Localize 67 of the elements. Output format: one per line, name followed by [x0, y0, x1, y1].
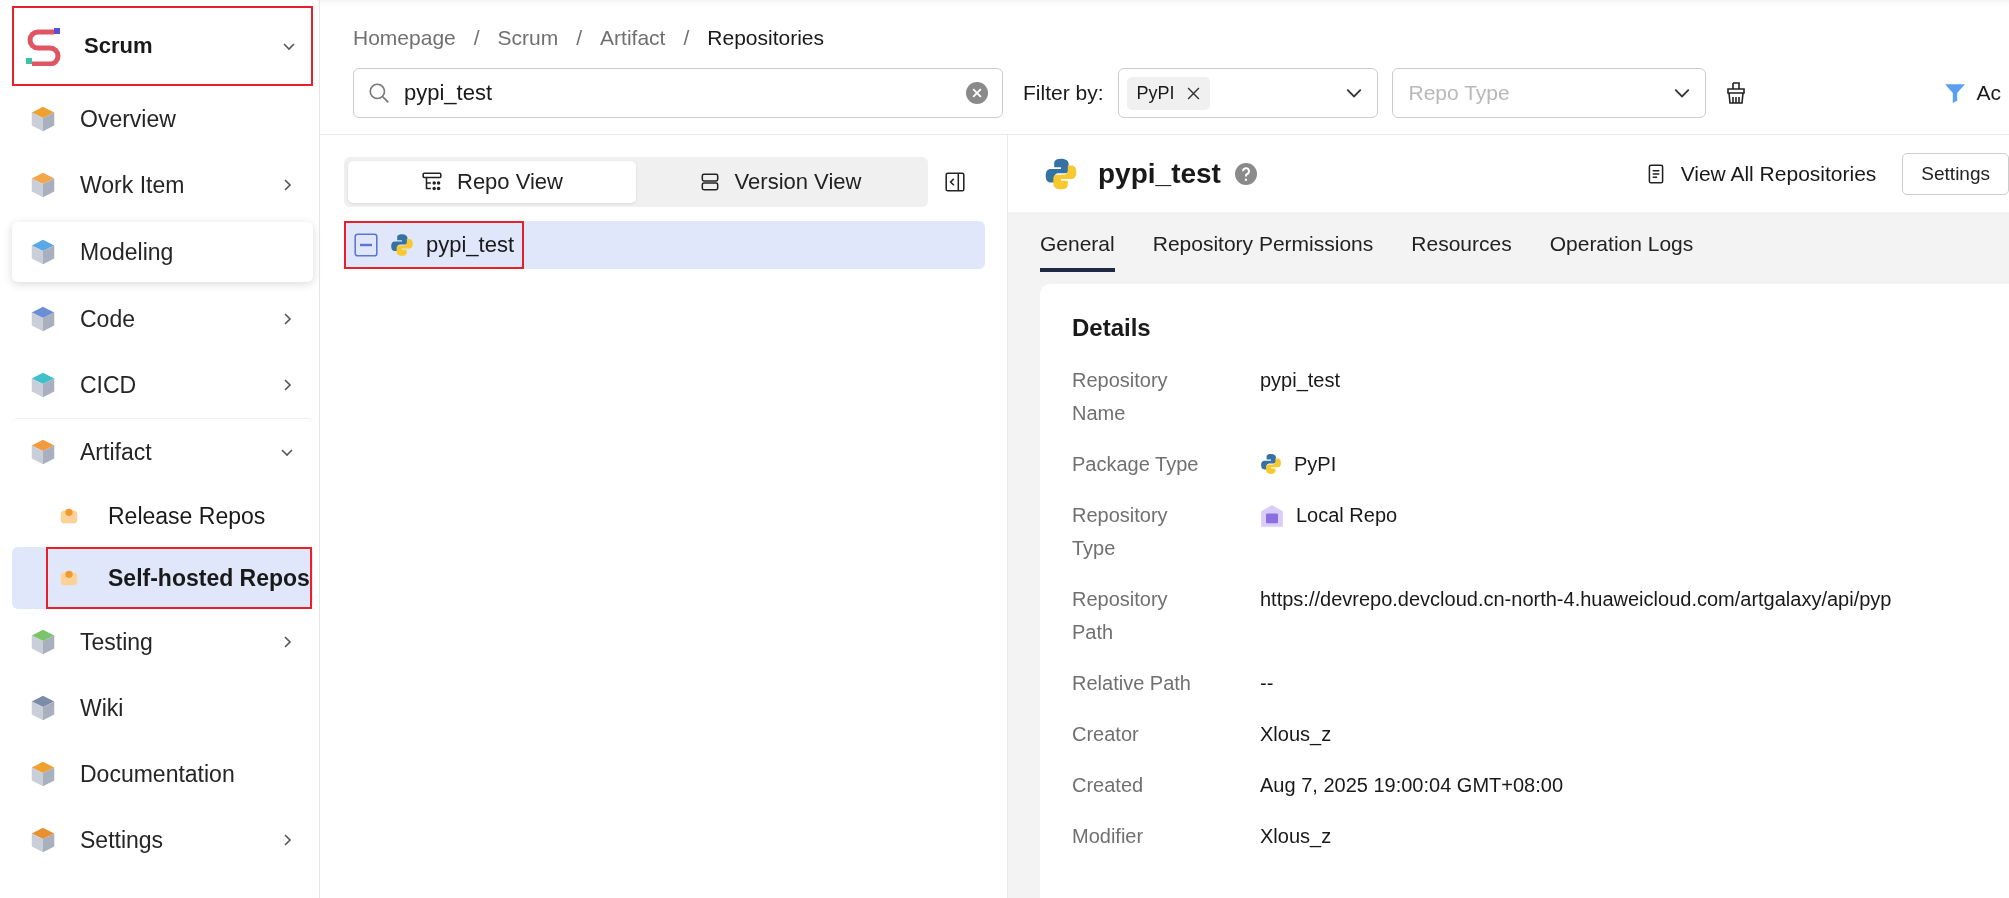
tab[interactable]: Repository Permissions: [1152, 232, 1374, 272]
search-input[interactable]: pypi_test: [402, 79, 954, 107]
sidebar-item[interactable]: Wiki: [12, 675, 313, 741]
collapse-toggle-icon[interactable]: [354, 233, 378, 257]
filter-tag: PyPI: [1126, 76, 1210, 110]
field-value: https://devrepo.devcloud.cn-north-4.huaweicloud.com/artgalaxy/api/pyp: [1260, 587, 1892, 612]
field-label: Repository Type: [1072, 503, 1169, 561]
repo-type-select[interactable]: Repo Type: [1391, 68, 1706, 118]
funnel-icon: [1944, 82, 1967, 104]
sidebar-subitem[interactable]: Release Repos: [12, 485, 313, 547]
field-value: pypi_test: [1260, 368, 1341, 394]
python-logo-icon: [1044, 156, 1078, 191]
details-heading: Details: [1072, 314, 1152, 342]
breadcrumb-separator: /: [473, 26, 480, 51]
sidebar-subitem[interactable]: Self-hosted Repos: [12, 547, 313, 609]
field-label: Creator: [1072, 722, 1140, 747]
field-value: Local Repo: [1296, 503, 1398, 528]
filter-label: Filter by:: [1023, 81, 1104, 105]
breadcrumb-separator: /: [576, 26, 583, 51]
view-all-repositories-link[interactable]: View All Repositories: [1644, 161, 1877, 186]
tab[interactable]: Resources: [1411, 232, 1512, 272]
breadcrumb-link[interactable]: Homepage: [353, 26, 456, 52]
search-field[interactable]: pypi_test: [353, 68, 1003, 118]
tab[interactable]: General: [1040, 232, 1115, 272]
house-folder-icon: [1260, 504, 1284, 528]
tree-node[interactable]: pypi_test: [344, 221, 985, 269]
field-value: Xlous_z: [1260, 824, 1332, 850]
tab[interactable]: Operation Logs: [1549, 232, 1694, 272]
python-logo-icon: [1260, 453, 1282, 475]
view-tab[interactable]: Repo View: [348, 161, 636, 203]
view-tab[interactable]: Version View: [636, 161, 924, 203]
field-value: Xlous_z: [1260, 722, 1332, 748]
field-label: Relative Path: [1072, 671, 1192, 696]
advanced-filter-button[interactable]: Ac: [1944, 81, 2009, 105]
field-value: --: [1260, 671, 1274, 696]
close-icon[interactable]: [1186, 86, 1200, 100]
breadcrumb-link[interactable]: Scrum: [497, 26, 559, 52]
python-logo-icon: [390, 233, 414, 257]
sidebar-item[interactable]: CICD: [12, 352, 313, 418]
settings-button[interactable]: Settings: [1902, 152, 2009, 195]
sidebar-item[interactable]: Testing: [12, 609, 313, 675]
field-value: PyPI: [1294, 452, 1337, 477]
project-switcher[interactable]: Scrum: [12, 6, 313, 86]
breadcrumb-link[interactable]: Artifact: [600, 26, 666, 52]
field-label: Modifier: [1072, 824, 1145, 849]
collapse-panel-icon[interactable]: [944, 171, 966, 193]
sidebar-item[interactable]: Code: [12, 286, 313, 352]
repository-title: pypi_test: [1098, 157, 1221, 190]
breadcrumb-separator: /: [683, 26, 690, 51]
tree-node-label: pypi_test: [426, 232, 515, 258]
sidebar-item[interactable]: Artifact: [12, 418, 313, 485]
sidebar-item[interactable]: Modeling: [12, 222, 313, 282]
list-tree-icon: [421, 171, 443, 193]
sidebar-item[interactable]: Overview: [12, 86, 313, 152]
repo-type-input[interactable]: Repo Type: [1400, 80, 1665, 106]
sidebar-item[interactable]: Documentation: [12, 741, 313, 807]
sidebar-item[interactable]: Settings: [12, 807, 313, 873]
package-type-select[interactable]: PyPI: [1117, 68, 1378, 118]
sidebar-item[interactable]: Work Item: [12, 152, 313, 218]
field-label: Package Type: [1072, 452, 1200, 477]
field-label: Repository Name: [1072, 368, 1169, 426]
clear-icon[interactable]: [966, 82, 988, 104]
field-value: Aug 7, 2025 19:00:04 GMT+08:00: [1260, 773, 1563, 798]
field-label: Repository Path: [1072, 587, 1169, 645]
field-label: Created: [1072, 773, 1145, 798]
search-icon: [368, 82, 390, 104]
help-icon[interactable]: [1234, 162, 1257, 185]
